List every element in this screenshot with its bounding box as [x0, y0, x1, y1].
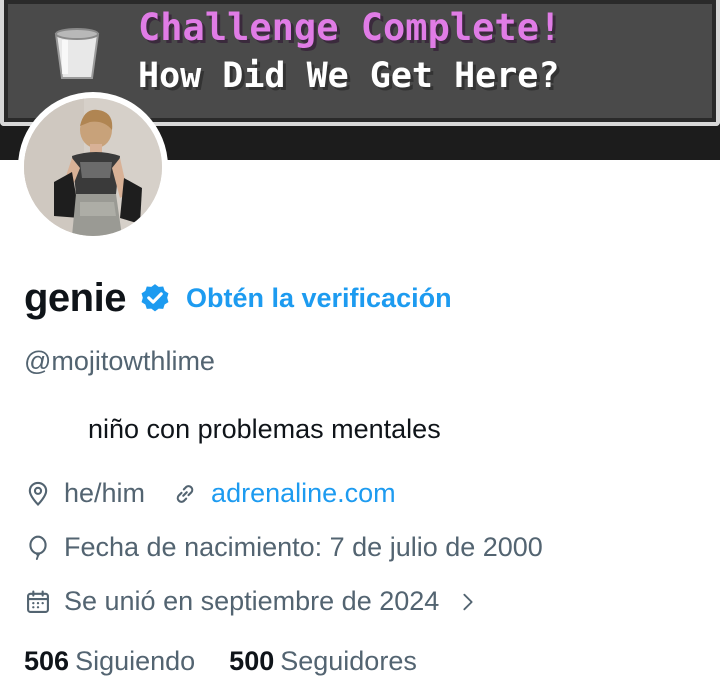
balloon-icon — [29, 535, 47, 560]
followers-count: 500 — [229, 646, 275, 676]
joined-text: Se unió en septiembre de 2024 — [64, 586, 440, 616]
followers-label: Seguidores — [280, 646, 417, 676]
profile-meta-row: Fecha de nacimiento: 7 de julio de 2000 — [24, 532, 543, 563]
location-pin-icon — [28, 481, 48, 506]
birthdate-text: Fecha de nacimiento: 7 de julio de 2000 — [64, 532, 543, 562]
get-verified-link[interactable]: Obtén la verificación — [186, 283, 452, 314]
website-link[interactable]: adrenaline.com — [211, 478, 396, 509]
following-count: 506 — [24, 646, 70, 676]
location-text: he/him — [64, 478, 146, 508]
following-link[interactable]: 506 Siguiendo — [24, 646, 195, 677]
avatar-photo — [24, 98, 162, 236]
profile-meta-row: he/him adrenaline.com — [24, 478, 396, 509]
follow-stats: 506 Siguiendo 500 Seguidores — [24, 646, 417, 677]
profile-avatar[interactable] — [18, 92, 168, 242]
trophy-cup-icon — [54, 28, 100, 79]
profile-bio: niño con problemas mentales — [88, 414, 441, 444]
achievement-subtitle: How Did We Get Here? — [138, 56, 560, 96]
name-row: genie Obtén la verificación — [24, 276, 452, 321]
achievement-title: Challenge Complete! — [138, 6, 562, 49]
calendar-icon — [27, 589, 49, 613]
following-label: Siguiendo — [75, 646, 196, 676]
verified-badge-icon[interactable] — [138, 282, 172, 316]
joined-date-row[interactable]: Se unió en septiembre de 2024 — [24, 586, 479, 617]
followers-link[interactable]: 500 Seguidores — [229, 646, 417, 677]
user-handle: @mojitowthlime — [24, 346, 215, 376]
chevron-right-icon — [463, 593, 473, 610]
display-name: genie — [24, 276, 126, 320]
link-icon — [176, 484, 194, 503]
